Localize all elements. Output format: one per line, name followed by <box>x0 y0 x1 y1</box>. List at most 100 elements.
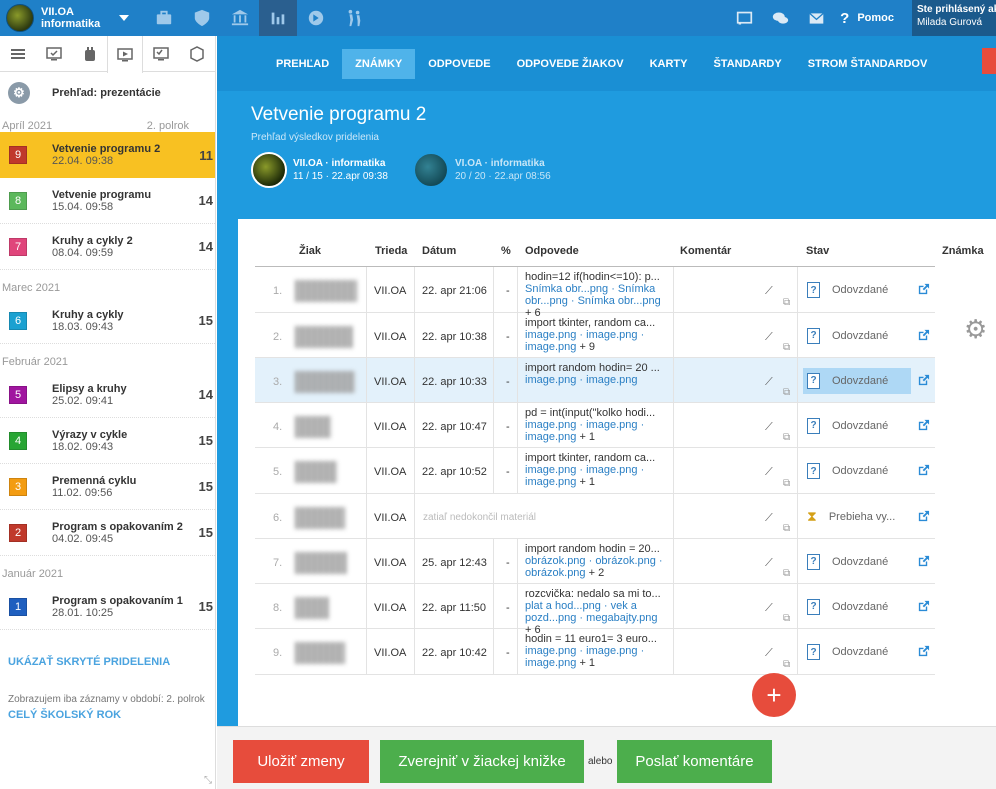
row-answer[interactable]: import random hodin= 20 ... image.png · … <box>525 362 665 386</box>
status-cell[interactable]: ? Odovzdané <box>803 458 911 484</box>
status-cell[interactable]: ? Odovzdané <box>803 639 911 665</box>
student-name-blurred[interactable] <box>295 325 353 348</box>
tab-standards[interactable]: ŠTANDARDY <box>700 49 794 79</box>
student-name-blurred[interactable] <box>295 551 347 574</box>
send-comments-button[interactable]: Poslať komentáre <box>617 740 772 783</box>
class-chip[interactable]: VII.OA · informatika 11 / 15 · 22.apr 09:… <box>251 152 388 188</box>
resize-handle-icon[interactable]: ⤡ <box>204 775 212 786</box>
pencil-icon[interactable]: ⟋ <box>765 466 773 479</box>
col-grade[interactable]: Známka <box>942 245 984 257</box>
pencil-icon[interactable]: ⟋ <box>765 602 773 615</box>
student-name-blurred[interactable] <box>295 415 331 438</box>
external-link-icon[interactable] <box>917 645 930 661</box>
table-row[interactable]: 6. VII.OA zatiaľ nedokončil materiál ⟋ ⧉… <box>255 494 935 539</box>
status-cell[interactable]: ? Odovzdané <box>803 413 911 439</box>
pencil-icon[interactable]: ⟋ <box>765 285 773 298</box>
tab-overview[interactable]: PREHĽAD <box>263 49 342 79</box>
status-cell[interactable]: ? Odovzdané <box>803 367 911 394</box>
nav-action-button[interactable] <box>982 48 996 74</box>
table-row[interactable]: 3. VII.OA 22. apr 10:33 - import random … <box>255 358 935 403</box>
table-row[interactable]: 5. VII.OA 22. apr 10:52 - import tkinter… <box>255 448 935 494</box>
row-answer[interactable]: import tkinter, random ca... image.png ·… <box>525 317 665 353</box>
overview-item[interactable]: ⚙ Prehľad: prezentácie <box>0 72 215 114</box>
paperclip-icon[interactable]: ⧉ <box>783 297 790 308</box>
tab-grades[interactable]: ZNÁMKY <box>342 48 416 79</box>
table-row[interactable]: 4. VII.OA 22. apr 10:47 - pd = int(input… <box>255 403 935 448</box>
cast-icon[interactable] <box>726 10 762 27</box>
attachment-links[interactable]: plat a hod...png · vek a pozd...png · me… <box>525 600 658 624</box>
sidebar-item[interactable]: 8 Vetvenie programu 15.04. 09:58 14 <box>0 178 215 224</box>
pencil-icon[interactable]: ⟋ <box>765 557 773 570</box>
row-answer[interactable]: hodin=12 if(hodin<=10): p... Snímka obr.… <box>525 271 665 319</box>
external-link-icon[interactable] <box>917 600 930 616</box>
paperclip-icon[interactable]: ⧉ <box>783 478 790 489</box>
pencil-icon[interactable]: ⟋ <box>765 376 773 389</box>
box-icon[interactable] <box>179 36 215 72</box>
col-answers[interactable]: Odpovede <box>525 245 579 257</box>
bar-chart-icon[interactable] <box>259 0 297 36</box>
attachment-links[interactable]: Snímka obr...png · Snímka obr...png · Sn… <box>525 283 661 307</box>
col-date[interactable]: Dátum <box>422 245 456 257</box>
whole-year-link[interactable]: CELÝ ŠKOLSKÝ ROK <box>0 709 215 721</box>
row-answer[interactable]: pd = int(input("kolko hodi... image.png … <box>525 407 665 443</box>
robot-icon[interactable] <box>72 36 108 72</box>
table-row[interactable]: 7. VII.OA 25. apr 12:43 - import random … <box>255 539 935 584</box>
external-link-icon[interactable] <box>917 283 930 299</box>
status-cell[interactable]: ⧗ Prebieha vy... <box>803 504 911 530</box>
status-cell[interactable]: ? Odovzdané <box>803 594 911 620</box>
chat-icon[interactable] <box>762 10 798 27</box>
external-link-icon[interactable] <box>917 510 930 526</box>
status-cell[interactable]: ? Odovzdané <box>803 323 911 349</box>
tab-student-answers[interactable]: ODPOVEDE ŽIAKOV <box>504 49 637 79</box>
envelope-icon[interactable] <box>798 10 834 27</box>
student-name-blurred[interactable] <box>295 461 337 483</box>
pencil-icon[interactable]: ⟋ <box>765 512 773 525</box>
gear-icon[interactable]: ⚙ <box>964 314 987 345</box>
col-comment[interactable]: Komentár <box>680 245 731 257</box>
table-row[interactable]: 8. VII.OA 22. apr 11:50 - rozcvička: ned… <box>255 584 935 636</box>
show-hidden-link[interactable]: UKÁZAŤ SKRYTÉ PRIDELENIA <box>0 656 215 668</box>
paperclip-icon[interactable]: ⧉ <box>783 613 790 624</box>
external-link-icon[interactable] <box>917 419 930 435</box>
tab-standards-tree[interactable]: STROM ŠTANDARDOV <box>795 49 941 79</box>
sidebar-item[interactable]: 9 Vetvenie programu 2 22.04. 09:38 11 <box>0 132 215 178</box>
help-button[interactable]: ? Pomoc <box>840 10 894 27</box>
external-link-icon[interactable] <box>917 329 930 345</box>
add-fab-button[interactable]: + <box>752 673 796 717</box>
student-name-blurred[interactable] <box>295 642 345 664</box>
sidebar-item[interactable]: 6 Kruhy a cykly 18.03. 09:43 15 <box>0 298 215 344</box>
paperclip-icon[interactable]: ⧉ <box>783 568 790 579</box>
answer-attachments[interactable]: image.png · image.png <box>525 374 665 386</box>
answer-attachments[interactable]: image.png · image.png · image.png + 9 <box>525 329 665 353</box>
status-cell[interactable]: ? Odovzdané <box>803 277 911 303</box>
sidebar-item[interactable]: 1 Program s opakovaním 1 28.01. 10:25 15 <box>0 584 215 630</box>
student-name-blurred[interactable] <box>295 280 357 302</box>
class-avatar[interactable] <box>6 4 34 32</box>
tab-cards[interactable]: KARTY <box>637 49 701 79</box>
table-row[interactable]: 2. VII.OA 22. apr 10:38 - import tkinter… <box>255 313 935 358</box>
tab-answers[interactable]: ODPOVEDE <box>415 49 503 79</box>
external-link-icon[interactable] <box>917 464 930 480</box>
sidebar-item[interactable]: 3 Premenná cyklu 11.02. 09:56 15 <box>0 464 215 510</box>
attachment-links[interactable]: image.png · image.png <box>525 374 638 386</box>
pencil-icon[interactable]: ⟋ <box>765 647 773 660</box>
status-cell[interactable]: ? Odovzdané <box>803 549 911 575</box>
student-name-blurred[interactable] <box>295 596 329 619</box>
institution-icon[interactable] <box>221 0 259 36</box>
menu-icon[interactable] <box>0 36 36 72</box>
shield-icon[interactable] <box>183 0 221 36</box>
paperclip-icon[interactable]: ⧉ <box>783 432 790 443</box>
pencil-icon[interactable]: ⟋ <box>765 421 773 434</box>
row-answer[interactable]: hodin = 11 euro1= 3 euro... image.png · … <box>525 633 665 669</box>
student-name-blurred[interactable] <box>295 370 355 393</box>
save-button[interactable]: Uložiť zmeny <box>233 740 369 783</box>
briefcase-icon[interactable] <box>145 0 183 36</box>
row-answer[interactable]: import tkinter, random ca... image.png ·… <box>525 452 665 488</box>
col-status[interactable]: Stav <box>806 245 829 257</box>
paperclip-icon[interactable]: ⧉ <box>783 523 790 534</box>
sidebar-item[interactable]: 5 Elipsy a kruhy 25.02. 09:41 14 <box>0 372 215 418</box>
sidebar-item[interactable]: 4 Výrazy v cykle 18.02. 09:43 15 <box>0 418 215 464</box>
paperclip-icon[interactable]: ⧉ <box>783 342 790 353</box>
checklist-icon[interactable] <box>143 36 179 72</box>
external-link-icon[interactable] <box>917 374 930 390</box>
